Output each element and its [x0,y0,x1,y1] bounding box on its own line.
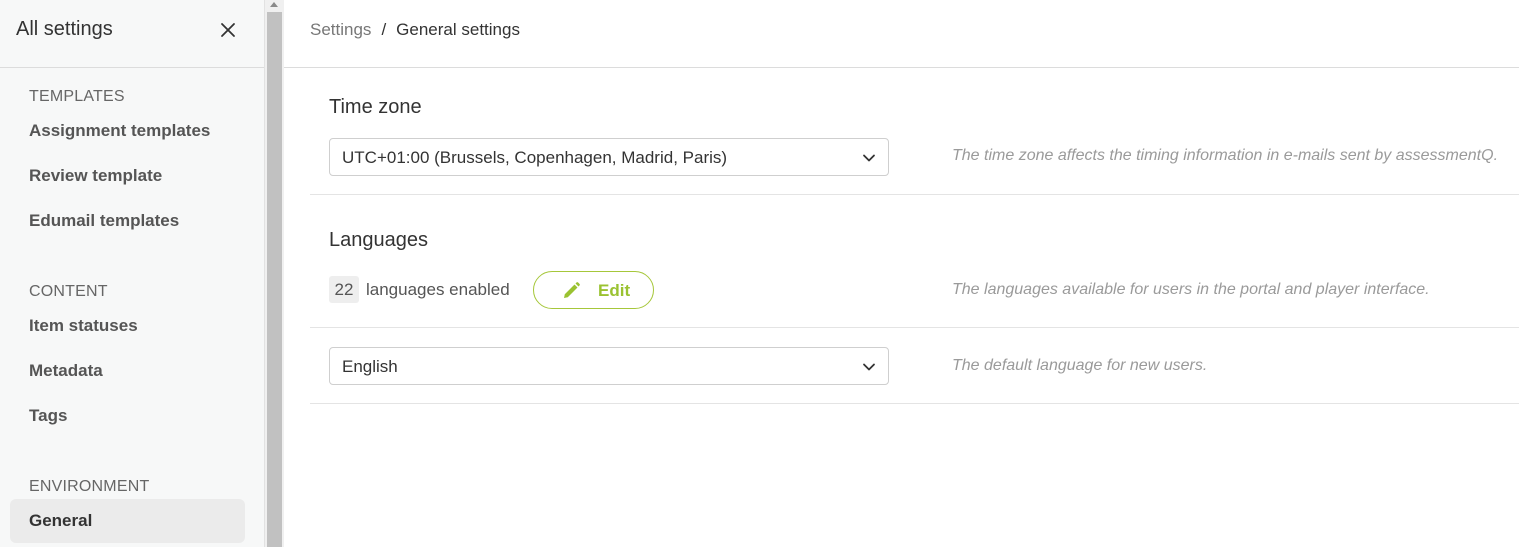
settings-sidebar: All settings TEMPLATES Assignment templa… [0,0,265,547]
timezone-title: Time zone [329,96,422,118]
settings-app: All settings TEMPLATES Assignment templa… [0,0,1519,547]
languages-hint: The languages available for users in the… [952,281,1430,298]
section-divider [310,194,1519,195]
languages-title: Languages [329,229,428,251]
default-language-hint: The default language for new users. [952,357,1208,374]
close-button[interactable] [215,17,241,43]
sidebar-item-label: Assignment templates [29,121,211,140]
timezone-value: UTC+01:00 (Brussels, Copenhagen, Madrid,… [342,148,728,167]
timezone-select[interactable]: UTC+01:00 (Brussels, Copenhagen, Madrid,… [329,138,889,176]
sidebar-header: All settings [0,0,264,68]
edit-languages-button[interactable]: Edit [533,271,654,309]
section-divider [310,403,1519,404]
nav-heading-content: CONTENT [29,283,108,300]
languages-count-badge: 22 [329,276,359,303]
sidebar-item-label: Edumail templates [29,211,180,230]
sidebar-item-edumail-templates[interactable]: Edumail templates [10,199,245,243]
timezone-hint: The time zone affects the timing informa… [952,147,1499,164]
sidebar-item-metadata[interactable]: Metadata [10,349,245,393]
sidebar-item-label: Metadata [29,361,103,380]
breadcrumb-settings-link[interactable]: Settings [310,20,371,39]
close-icon [221,23,235,37]
pencil-icon [564,282,580,298]
nav-heading-environment: ENVIRONMENT [29,478,150,495]
breadcrumb-current: General settings [396,20,520,39]
chevron-down-icon [863,154,875,162]
edit-button-label: Edit [598,281,631,300]
sidebar-item-item-statuses[interactable]: Item statuses [10,304,245,348]
sidebar-item-general[interactable]: General [10,499,245,543]
scroll-thumb[interactable] [267,12,282,547]
breadcrumb-separator: / [381,20,387,39]
languages-count-label: languages enabled [366,280,510,299]
topbar: Settings / General settings [284,0,1519,68]
default-language-select[interactable]: English [329,347,889,385]
sidebar-scrollbar[interactable] [265,0,284,547]
default-language-value: English [342,357,398,376]
sidebar-item-label: Review template [29,166,163,185]
sidebar-item-label: Item statuses [29,316,138,335]
chevron-down-icon [863,363,875,371]
nav-heading-templates: TEMPLATES [29,88,125,105]
section-divider [310,327,1519,328]
sidebar-title: All settings [16,18,113,40]
sidebar-item-label: General [29,511,93,530]
sidebar-item-review-template[interactable]: Review template [10,154,245,198]
sidebar-item-label: Tags [29,406,68,425]
breadcrumb: Settings / General settings [310,20,520,40]
scroll-up-arrow-icon[interactable] [270,2,278,7]
sidebar-item-assignment-templates[interactable]: Assignment templates [10,109,245,153]
main-content: Settings / General settings Time zone UTC+… [284,0,1519,547]
sidebar-item-tags[interactable]: Tags [10,394,245,438]
